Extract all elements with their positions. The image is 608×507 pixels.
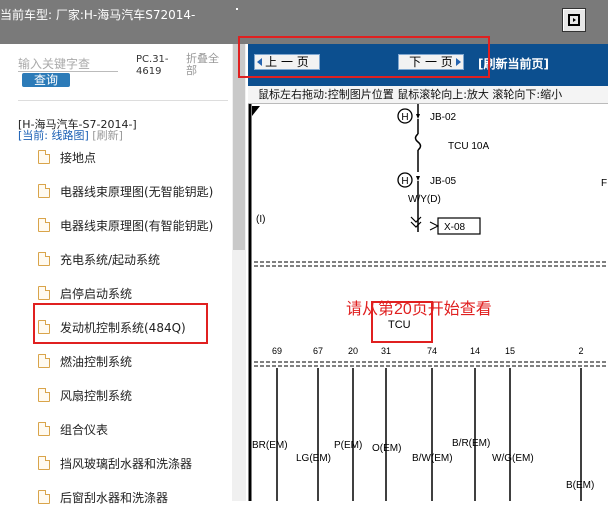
wire-label: B/R(EM) xyxy=(452,438,490,449)
collapse-all-link[interactable]: 折叠全部 xyxy=(186,53,220,77)
tree-item-harness-smart-key[interactable]: 电器线束原理图(有智能钥匙) xyxy=(38,215,213,235)
page-icon xyxy=(38,286,50,300)
refresh-link[interactable]: [刷新] xyxy=(92,129,123,142)
sidebar: 查询 PC.31-4619 折叠全部 [H-海马汽车-S7-2014-] [当前… xyxy=(0,44,248,505)
title-dot xyxy=(236,8,238,10)
tree-item-label: 启停启动系统 xyxy=(60,286,133,301)
connector-arrow-icon xyxy=(429,221,440,231)
page-icon xyxy=(38,252,50,266)
wire-label: BR(EM) xyxy=(252,440,288,451)
wire-label: B/W(EM) xyxy=(412,453,453,464)
pin-number: 31 xyxy=(381,346,391,356)
harness-wires xyxy=(276,368,582,501)
sidebar-divider xyxy=(18,100,228,101)
wiring-diagram[interactable]: H JB-02 TCU 10A H JB-05 W/Y(D) X-08 (I) … xyxy=(248,104,608,501)
wire-label: B(EM) xyxy=(566,480,594,491)
pc-code: PC.31-4619 xyxy=(136,54,169,77)
hint-bar: 鼠标左右拖动:控制图片位置 鼠标滚轮向上:放大 滚轮向下:缩小 xyxy=(248,86,608,104)
tcu-label: TCU xyxy=(388,319,411,331)
pin-number: 67 xyxy=(313,346,323,356)
tree-item-instrument-cluster[interactable]: 组合仪表 xyxy=(38,419,108,439)
edge-letter-label: F xyxy=(601,178,607,189)
tree-item-rear-wiper[interactable]: 后窗刮水器和洗涤器 xyxy=(38,487,168,507)
tree-item-fuel-control[interactable]: 燃油控制系统 xyxy=(38,351,132,371)
pin-number: 15 xyxy=(505,346,515,356)
query-button[interactable]: 查询 xyxy=(22,73,70,87)
tree-item-label: 挡风玻璃刮水器和洗涤器 xyxy=(60,456,193,471)
engine-control-highlight xyxy=(33,303,208,344)
tree-item-label: 燃油控制系统 xyxy=(60,354,133,369)
page-icon xyxy=(38,456,50,470)
tree-item-label: 电器线束原理图(有智能钥匙) xyxy=(60,218,214,233)
page-icon xyxy=(38,422,50,436)
corner-marker xyxy=(252,106,260,116)
page-icon xyxy=(38,150,50,164)
window-toggle-button[interactable] xyxy=(562,8,586,32)
page-nav-highlight xyxy=(238,36,490,78)
diagram-viewer: 上 一 页 下 一 页 [刷新当前页] 鼠标左右拖动:控制图片位置 鼠标滚轮向上… xyxy=(238,36,608,501)
i-label: (I) xyxy=(256,214,265,225)
tree-item-harness-no-smart-key[interactable]: 电器线束原理图(无智能钥匙) xyxy=(38,181,213,201)
tree-item-windshield-wiper[interactable]: 挡风玻璃刮水器和洗涤器 xyxy=(38,453,192,473)
connector-chevron-icon xyxy=(410,216,422,223)
wire-label: O(EM) xyxy=(372,443,401,454)
pin-number: 20 xyxy=(348,346,358,356)
arrow-down-icon xyxy=(416,176,420,181)
pin-number: 69 xyxy=(272,346,282,356)
junction-h-top-label: H xyxy=(401,112,408,123)
tree-item-label: 充电系统/起动系统 xyxy=(60,252,161,267)
arrow-down-icon xyxy=(416,114,420,119)
tree-item-start-stop[interactable]: 启停启动系统 xyxy=(38,283,132,303)
current-label: [当前: 线路图] xyxy=(18,129,89,142)
x08-label: X-08 xyxy=(444,222,466,233)
tree-item-label: 电器线束原理图(无智能钥匙) xyxy=(60,184,214,199)
current-path: [当前: 线路图] [刷新] xyxy=(18,127,123,143)
pin-number: 2 xyxy=(578,346,583,356)
fuse-icon xyxy=(414,133,422,151)
wyd-label: W/Y(D) xyxy=(408,194,441,205)
window-toggle-icon xyxy=(568,14,580,26)
tree-item-label: 组合仪表 xyxy=(60,422,109,437)
page-icon xyxy=(38,184,50,198)
wire-label: LG(EM) xyxy=(296,453,331,464)
tree-item-charging-starting[interactable]: 充电系统/起动系统 xyxy=(38,249,160,269)
wire-label: W/G(EM) xyxy=(492,453,534,464)
page-icon xyxy=(38,388,50,402)
tree-item-label: 接地点 xyxy=(60,150,97,165)
jb02-label: JB-02 xyxy=(430,112,457,123)
pin-number: 14 xyxy=(470,346,480,356)
page-icon xyxy=(38,490,50,504)
jb05-label: JB-05 xyxy=(430,176,457,187)
vehicle-title: 当前车型: 厂家:H-海马汽车S72014- xyxy=(0,8,196,22)
page-icon xyxy=(38,218,50,232)
page-icon xyxy=(38,354,50,368)
search-input[interactable] xyxy=(18,56,118,72)
tree-item-label: 风扇控制系统 xyxy=(60,388,133,403)
tcu10a-label: TCU 10A xyxy=(448,141,489,152)
tree-item-fan-control[interactable]: 风扇控制系统 xyxy=(38,385,132,405)
tree-item-ground-points[interactable]: 接地点 xyxy=(38,147,96,167)
pin-number: 74 xyxy=(427,346,437,356)
tree-item-label: 后窗刮水器和洗涤器 xyxy=(60,490,169,505)
junction-h-bottom-label: H xyxy=(401,176,408,187)
wire-label: P(EM) xyxy=(334,440,362,451)
